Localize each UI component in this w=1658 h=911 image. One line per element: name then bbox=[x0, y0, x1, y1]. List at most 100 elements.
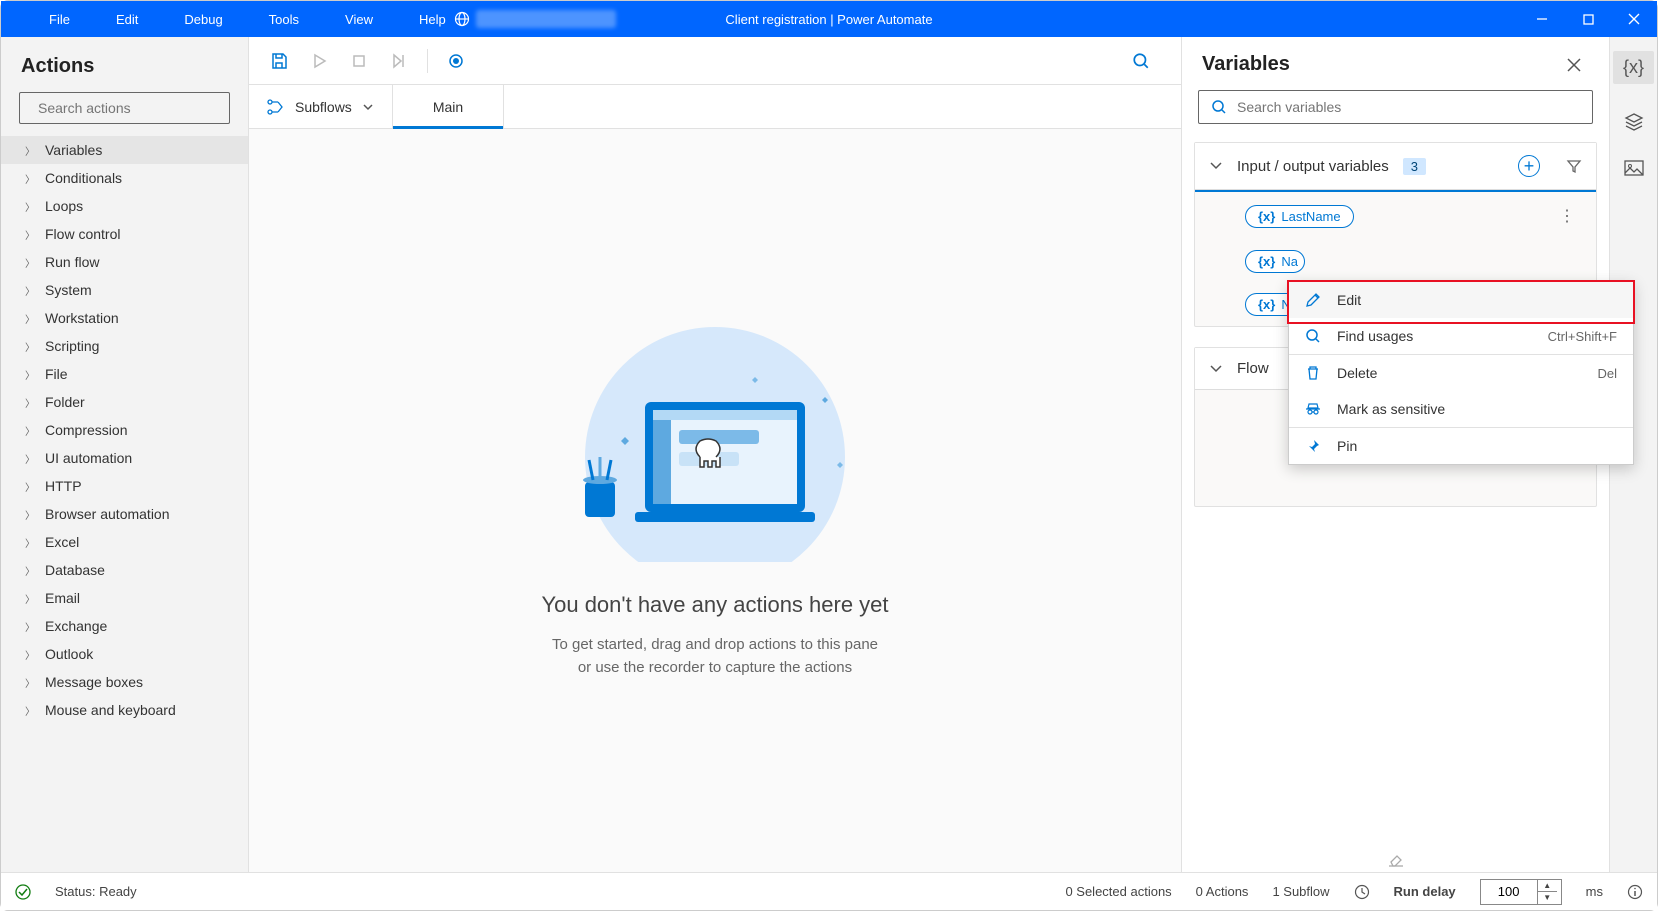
search-actions-box[interactable] bbox=[19, 92, 230, 124]
run-delay-value[interactable] bbox=[1481, 884, 1537, 899]
stop-button[interactable] bbox=[343, 45, 375, 77]
search-variables-input[interactable] bbox=[1237, 99, 1580, 115]
group-label: System bbox=[45, 282, 92, 298]
ctx-pin[interactable]: Pin bbox=[1289, 428, 1633, 464]
flow-section-label: Flow bbox=[1237, 360, 1269, 377]
action-group-email[interactable]: 〉Email bbox=[1, 584, 248, 612]
arrow-up-icon[interactable]: ▲ bbox=[1538, 880, 1557, 892]
tab-main[interactable]: Main bbox=[393, 85, 504, 128]
chevron-right-icon: 〉 bbox=[25, 703, 35, 718]
status-ok-icon bbox=[15, 884, 31, 900]
variable-more-button[interactable]: ⋮ bbox=[1551, 202, 1582, 230]
subflows-label: Subflows bbox=[295, 99, 352, 115]
chevron-down-icon[interactable] bbox=[1209, 159, 1223, 173]
tabs-row: Subflows Main bbox=[249, 85, 1181, 129]
search-canvas-button[interactable] bbox=[1125, 45, 1157, 77]
rail-variables-button[interactable]: {x} bbox=[1613, 51, 1654, 84]
trash-icon bbox=[1305, 365, 1323, 381]
ctx-find-usages[interactable]: Find usages Ctrl+Shift+F bbox=[1289, 318, 1633, 354]
shortcut-label: Ctrl+Shift+F bbox=[1548, 329, 1617, 344]
action-group-file[interactable]: 〉File bbox=[1, 360, 248, 388]
action-group-outlook[interactable]: 〉Outlook bbox=[1, 640, 248, 668]
action-group-conditionals[interactable]: 〉Conditionals bbox=[1, 164, 248, 192]
designer-canvas[interactable]: You don't have any actions here yet To g… bbox=[249, 129, 1181, 872]
search-variables-box[interactable] bbox=[1198, 90, 1593, 124]
actions-list[interactable]: 〉 Variables 〉Conditionals 〉Loops 〉Flow co… bbox=[1, 136, 248, 872]
ctx-mark-sensitive[interactable]: Mark as sensitive bbox=[1289, 391, 1633, 427]
recorder-button[interactable] bbox=[440, 45, 472, 77]
chevron-right-icon: 〉 bbox=[25, 143, 35, 158]
empty-subtitle: To get started, drag and drop actions to… bbox=[552, 634, 878, 679]
action-group-database[interactable]: 〉Database bbox=[1, 556, 248, 584]
variable-chip-na[interactable]: {x}Na bbox=[1245, 250, 1305, 273]
arrow-down-icon[interactable]: ▼ bbox=[1538, 892, 1557, 904]
variable-chip-lastname[interactable]: {x}LastName bbox=[1245, 205, 1354, 228]
action-group-flow-control[interactable]: 〉Flow control bbox=[1, 220, 248, 248]
chevron-right-icon: 〉 bbox=[25, 535, 35, 550]
group-label: Variables bbox=[45, 142, 102, 158]
group-label: Browser automation bbox=[45, 506, 170, 522]
action-group-message-boxes[interactable]: 〉Message boxes bbox=[1, 668, 248, 696]
chevron-right-icon: 〉 bbox=[25, 647, 35, 662]
variable-row[interactable]: {x}Na bbox=[1195, 240, 1596, 283]
action-group-exchange[interactable]: 〉Exchange bbox=[1, 612, 248, 640]
menu-edit[interactable]: Edit bbox=[108, 8, 146, 31]
action-group-workstation[interactable]: 〉Workstation bbox=[1, 304, 248, 332]
chevron-right-icon: 〉 bbox=[25, 255, 35, 270]
variable-icon: {x} bbox=[1258, 254, 1275, 269]
group-label: UI automation bbox=[45, 450, 132, 466]
empty-title: You don't have any actions here yet bbox=[541, 592, 888, 618]
maximize-button[interactable] bbox=[1565, 1, 1611, 37]
clock-icon bbox=[1354, 884, 1370, 900]
rail-images-button[interactable] bbox=[1624, 160, 1644, 178]
actions-panel: Actions 〉Variables 〉Conditionals 〉Loops … bbox=[1, 37, 249, 872]
add-variable-button[interactable]: + bbox=[1518, 155, 1540, 177]
group-label: Mouse and keyboard bbox=[45, 702, 176, 718]
close-variables-button[interactable] bbox=[1559, 54, 1589, 76]
save-button[interactable] bbox=[263, 45, 295, 77]
spinner-arrows[interactable]: ▲▼ bbox=[1537, 880, 1557, 904]
chevron-down-icon[interactable] bbox=[1209, 362, 1223, 376]
subflow-icon bbox=[267, 99, 285, 115]
group-label: Email bbox=[45, 590, 80, 606]
subflows-dropdown[interactable]: Subflows bbox=[249, 85, 393, 128]
action-group-variables[interactable]: 〉 Variables bbox=[1, 136, 248, 164]
environment-picker[interactable] bbox=[454, 10, 616, 28]
io-count-badge: 3 bbox=[1403, 158, 1426, 175]
shortcut-label: Del bbox=[1597, 366, 1617, 381]
filter-button[interactable] bbox=[1566, 158, 1582, 174]
ctx-delete[interactable]: Delete Del bbox=[1289, 355, 1633, 391]
menu-tools[interactable]: Tools bbox=[261, 8, 307, 31]
group-label: Folder bbox=[45, 394, 85, 410]
clear-button[interactable] bbox=[1194, 842, 1597, 872]
step-button[interactable] bbox=[383, 45, 415, 77]
action-group-ui-automation[interactable]: 〉 UI automation bbox=[1, 444, 248, 472]
chevron-right-icon: 〉 bbox=[25, 451, 35, 466]
ctx-edit[interactable]: Edit bbox=[1289, 282, 1633, 318]
menu-help[interactable]: Help bbox=[411, 8, 454, 31]
close-button[interactable] bbox=[1611, 1, 1657, 37]
action-group-excel[interactable]: 〉Excel bbox=[1, 528, 248, 556]
search-actions-input[interactable] bbox=[38, 100, 219, 116]
menu-file[interactable]: File bbox=[41, 8, 78, 31]
info-icon[interactable] bbox=[1627, 884, 1643, 900]
search-icon bbox=[1211, 99, 1227, 115]
action-group-loops[interactable]: 〉Loops bbox=[1, 192, 248, 220]
menu-view[interactable]: View bbox=[337, 8, 381, 31]
action-group-folder[interactable]: 〉 Folder bbox=[1, 388, 248, 416]
menu-debug[interactable]: Debug bbox=[176, 8, 230, 31]
action-group-system[interactable]: 〉System bbox=[1, 276, 248, 304]
run-button[interactable] bbox=[303, 45, 335, 77]
action-group-run-flow[interactable]: 〉Run flow bbox=[1, 248, 248, 276]
minimize-button[interactable] bbox=[1519, 1, 1565, 37]
action-group-scripting[interactable]: 〉Scripting bbox=[1, 332, 248, 360]
chevron-right-icon: 〉 bbox=[25, 395, 35, 410]
action-group-mouse-keyboard[interactable]: 〉 Mouse and keyboard bbox=[1, 696, 248, 724]
variable-row[interactable]: {x}LastName ⋮ bbox=[1195, 192, 1596, 240]
rail-layers-button[interactable] bbox=[1624, 112, 1644, 132]
run-delay-input[interactable]: ▲▼ bbox=[1480, 879, 1562, 905]
action-group-http[interactable]: 〉HTTP bbox=[1, 472, 248, 500]
action-group-browser-automation[interactable]: 〉Browser automation bbox=[1, 500, 248, 528]
action-group-compression[interactable]: 〉Compression bbox=[1, 416, 248, 444]
empty-illustration bbox=[545, 322, 885, 562]
